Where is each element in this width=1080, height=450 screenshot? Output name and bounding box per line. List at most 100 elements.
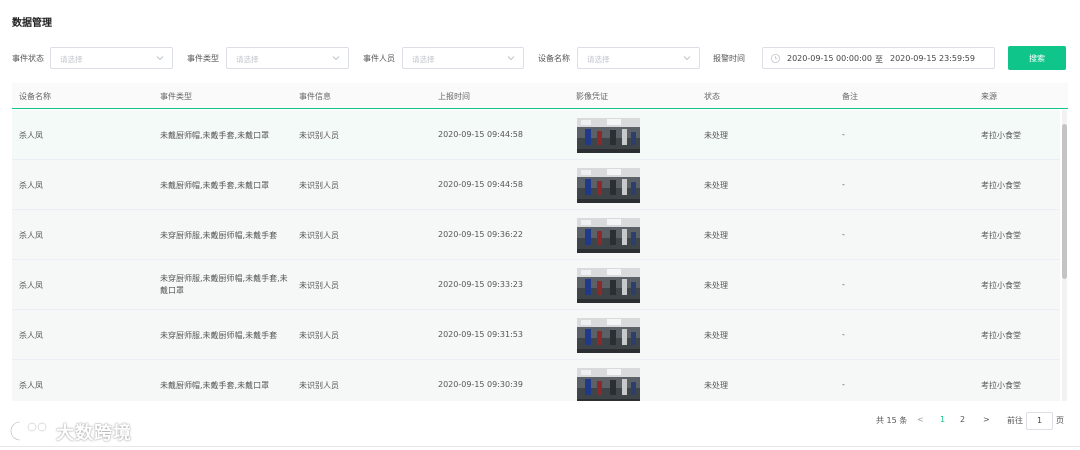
header-status: 状态: [704, 92, 720, 101]
date-end-value: 2020-09-15 23:59:59: [890, 54, 975, 63]
table-header: 设备名称 事件类型 事件信息 上报时间 影像凭证 状态 备注 来源: [12, 83, 1068, 109]
page-title: 数据管理: [12, 18, 52, 29]
watermark-logo-icon: [9, 420, 47, 442]
table-row[interactable]: 杀人凤 未穿厨师服,未戴厨师帽,未戴手套 未识别人员 2020-09-15 09…: [12, 310, 1060, 360]
table-row[interactable]: 杀人凤 未穿厨师服,未戴厨师帽,未戴手套 未识别人员 2020-09-15 09…: [12, 210, 1060, 260]
camera-snapshot-image: [577, 168, 640, 203]
pagination-page-2[interactable]: 2: [960, 415, 965, 424]
pagination-page-1[interactable]: 1: [940, 415, 945, 424]
camera-snapshot-image: [577, 218, 640, 253]
table-row[interactable]: 杀人凤 未戴厨师帽,未戴手套,未戴口罩 未识别人员 2020-09-15 09:…: [12, 360, 1060, 401]
cell-report-time: 2020-09-15 09:44:58: [438, 180, 523, 189]
table-row[interactable]: 杀人凤 未戴厨师帽,未戴手套,未戴口罩 未识别人员 2020-09-15 09:…: [12, 110, 1060, 160]
cell-source: 考拉小食堂: [981, 131, 1021, 140]
event-person-select[interactable]: 请选择: [402, 47, 524, 69]
cell-report-time: 2020-09-15 09:31:53: [438, 330, 523, 339]
header-event-type: 事件类型: [160, 92, 192, 101]
search-button[interactable]: 搜索: [1008, 46, 1066, 70]
clock-icon: [770, 53, 781, 64]
evidence-image-thumbnail[interactable]: [577, 118, 640, 153]
event-type-label: 事件类型: [187, 54, 219, 63]
cell-event-type: 未穿厨师服,未戴厨师帽,未戴手套,未戴口罩: [160, 274, 288, 295]
cell-note: -: [842, 130, 845, 139]
cell-status: 未处理: [704, 331, 728, 340]
pagination-page-unit: 页: [1056, 416, 1064, 425]
filter-bar: 事件状态 请选择 事件类型 请选择 事件人员 请选择 设备名称 请选择 报警时间…: [12, 46, 1068, 70]
cell-device-name: 杀人凤: [19, 381, 43, 390]
cell-event-type: 未戴厨师帽,未戴手套,未戴口罩: [160, 131, 270, 140]
table-scrollbar[interactable]: [1062, 110, 1067, 401]
evidence-image-thumbnail[interactable]: [577, 368, 640, 401]
evidence-image-thumbnail[interactable]: [577, 318, 640, 353]
cell-status: 未处理: [704, 231, 728, 240]
evidence-image-thumbnail[interactable]: [577, 168, 640, 203]
cell-device-name: 杀人凤: [19, 181, 43, 190]
cell-device-name: 杀人凤: [19, 281, 43, 290]
header-report-time: 上报时间: [438, 92, 470, 101]
cell-note: -: [842, 230, 845, 239]
pagination-goto-input[interactable]: 1: [1026, 412, 1053, 430]
event-status-label: 事件状态: [12, 54, 44, 63]
camera-snapshot-image: [577, 368, 640, 401]
table-row[interactable]: 杀人凤 未穿厨师服,未戴厨师帽,未戴手套,未戴口罩 未识别人员 2020-09-…: [12, 260, 1060, 310]
cell-source: 考拉小食堂: [981, 331, 1021, 340]
date-separator: 至: [875, 55, 883, 64]
watermark-text: 大数跨境: [56, 423, 132, 444]
cell-event-info: 未识别人员: [299, 231, 339, 240]
device-name-label: 设备名称: [538, 54, 570, 63]
header-event-info: 事件信息: [299, 92, 331, 101]
header-device-name: 设备名称: [19, 92, 51, 101]
table-row[interactable]: 杀人凤 未戴厨师帽,未戴手套,未戴口罩 未识别人员 2020-09-15 09:…: [12, 160, 1060, 210]
device-name-placeholder: 请选择: [587, 55, 610, 64]
cell-source: 考拉小食堂: [981, 381, 1021, 390]
cell-event-info: 未识别人员: [299, 131, 339, 140]
cell-note: -: [842, 380, 845, 389]
camera-snapshot-image: [577, 118, 640, 153]
cell-report-time: 2020-09-15 09:44:58: [438, 130, 523, 139]
cell-status: 未处理: [704, 381, 728, 390]
event-type-placeholder: 请选择: [236, 55, 259, 64]
cell-note: -: [842, 180, 845, 189]
cell-device-name: 杀人凤: [19, 331, 43, 340]
chevron-down-icon: [332, 56, 340, 61]
pagination-prev-button[interactable]: <: [917, 415, 924, 424]
cell-source: 考拉小食堂: [981, 181, 1021, 190]
camera-snapshot-image: [577, 318, 640, 353]
header-note: 备注: [842, 92, 858, 101]
cell-status: 未处理: [704, 131, 728, 140]
header-source: 来源: [981, 92, 997, 101]
cell-event-type: 未穿厨师服,未戴厨师帽,未戴手套: [160, 331, 278, 340]
evidence-image-thumbnail[interactable]: [577, 218, 640, 253]
camera-snapshot-image: [577, 268, 640, 303]
cell-event-info: 未识别人员: [299, 281, 339, 290]
cell-event-info: 未识别人员: [299, 331, 339, 340]
pagination-next-button[interactable]: >: [983, 415, 990, 424]
alarm-time-range-picker[interactable]: 2020-09-15 00:00:00 至 2020-09-15 23:59:5…: [762, 47, 995, 69]
cell-report-time: 2020-09-15 09:36:22: [438, 230, 523, 239]
scrollbar-thumb[interactable]: [1062, 124, 1067, 279]
chevron-down-icon: [683, 56, 691, 61]
cell-report-time: 2020-09-15 09:30:39: [438, 380, 523, 389]
bottom-divider: [0, 446, 1080, 447]
event-status-select[interactable]: 请选择: [50, 47, 173, 69]
evidence-image-thumbnail[interactable]: [577, 268, 640, 303]
header-image-evidence: 影像凭证: [576, 92, 608, 101]
table-body: 杀人凤 未戴厨师帽,未戴手套,未戴口罩 未识别人员 2020-09-15 09:…: [12, 110, 1060, 401]
chevron-down-icon: [156, 56, 164, 61]
pagination-total: 共 15 条: [876, 416, 908, 425]
pagination: 共 15 条 < 1 2 > 前往 1 页: [0, 412, 1080, 430]
event-type-select[interactable]: 请选择: [226, 47, 349, 69]
cell-note: -: [842, 280, 845, 289]
alarm-time-label: 报警时间: [713, 54, 745, 63]
watermark: 大数跨境: [8, 418, 131, 444]
date-start-value: 2020-09-15 00:00:00: [787, 54, 872, 63]
cell-event-info: 未识别人员: [299, 381, 339, 390]
event-status-placeholder: 请选择: [60, 55, 83, 64]
device-name-select[interactable]: 请选择: [577, 47, 700, 69]
cell-report-time: 2020-09-15 09:33:23: [438, 280, 523, 289]
cell-event-type: 未戴厨师帽,未戴手套,未戴口罩: [160, 181, 270, 190]
cell-device-name: 杀人凤: [19, 131, 43, 140]
cell-status: 未处理: [704, 181, 728, 190]
cell-event-type: 未戴厨师帽,未戴手套,未戴口罩: [160, 381, 270, 390]
cell-note: -: [842, 330, 845, 339]
